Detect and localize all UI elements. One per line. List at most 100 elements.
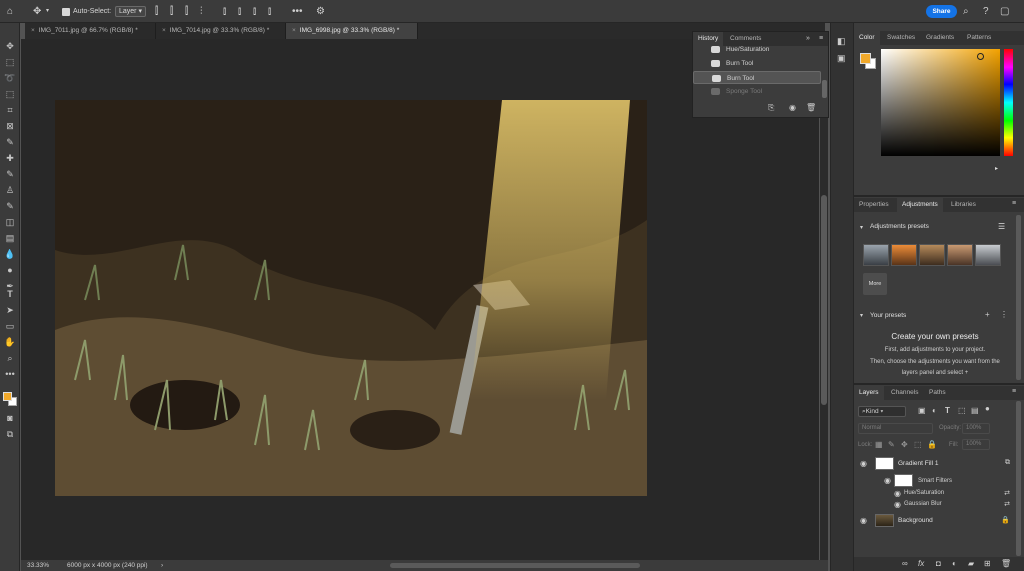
distribute-vertical-icon[interactable]: ⫾ bbox=[268, 5, 271, 18]
fill-input[interactable]: 100% bbox=[962, 439, 990, 450]
document-tab-active[interactable]: × IMG_6998.jpg @ 33.3% (RGB/8) * bbox=[286, 23, 418, 39]
clone-stamp-icon[interactable]: ♙ bbox=[3, 184, 17, 196]
more-options-icon[interactable]: ⋮ bbox=[1000, 310, 1008, 319]
chevron-right-icon[interactable]: › bbox=[161, 560, 163, 571]
home-icon[interactable]: ⌂ bbox=[7, 5, 13, 18]
eyedropper-icon[interactable]: ✎ bbox=[3, 136, 17, 148]
filter-smart-object-icon[interactable]: ▤ bbox=[971, 406, 979, 415]
tab-patterns[interactable]: Patterns bbox=[962, 31, 996, 45]
filter-type-icon[interactable]: T bbox=[945, 406, 950, 415]
panel-menu-icon[interactable]: ≡ bbox=[1012, 200, 1016, 207]
document-tab[interactable]: × IMG_7011.jpg @ 66.7% (RGB/8) * bbox=[25, 23, 156, 39]
adjustment-preset[interactable] bbox=[919, 244, 945, 266]
lock-position-icon[interactable]: ✥ bbox=[901, 440, 908, 449]
trash-icon[interactable]: 🗑 bbox=[1001, 559, 1011, 568]
history-item-selected[interactable]: Burn Tool bbox=[693, 71, 821, 84]
close-icon[interactable]: × bbox=[292, 27, 296, 34]
foreground-color-swatch[interactable] bbox=[860, 53, 871, 64]
tab-layers[interactable]: Layers bbox=[854, 386, 884, 400]
tab-paths[interactable]: Paths bbox=[924, 386, 951, 400]
align-middle-icon[interactable]: ⫾ bbox=[238, 5, 241, 18]
layer-style-icon[interactable]: fx bbox=[918, 559, 924, 568]
tab-properties[interactable]: Properties bbox=[854, 198, 894, 212]
eye-icon[interactable]: ◉ bbox=[894, 500, 901, 509]
object-selection-icon[interactable]: ⬚ bbox=[3, 88, 17, 100]
history-panel-icon[interactable]: ◧ bbox=[837, 36, 846, 47]
rectangle-tool-icon[interactable]: ▭ bbox=[3, 320, 17, 332]
screen-mode-icon[interactable]: ⧉ bbox=[3, 428, 17, 440]
list-view-icon[interactable]: ☰ bbox=[998, 222, 1005, 231]
adjustments-scroll-thumb[interactable] bbox=[1016, 215, 1021, 380]
help-icon[interactable]: ? bbox=[983, 5, 989, 18]
history-item[interactable]: Sponge Tool bbox=[693, 85, 821, 98]
hand-tool-icon[interactable]: ✋ bbox=[3, 336, 17, 348]
chevron-down-icon[interactable]: ▾ bbox=[860, 312, 863, 319]
foreground-color-swatch[interactable] bbox=[3, 392, 12, 401]
history-scroll-thumb[interactable] bbox=[822, 80, 827, 98]
opacity-input[interactable]: 100% bbox=[962, 423, 990, 434]
chevron-down-icon[interactable]: ▾ bbox=[46, 5, 49, 18]
more-options-icon[interactable]: ••• bbox=[292, 5, 303, 18]
filter-pixel-icon[interactable]: ▣ bbox=[918, 406, 926, 415]
adjustment-preset[interactable] bbox=[975, 244, 1001, 266]
hue-slider-handle[interactable]: ▸ bbox=[995, 165, 998, 172]
eye-icon[interactable]: ◉ bbox=[860, 516, 867, 525]
filter-adjustment-icon[interactable]: ◐ bbox=[932, 406, 937, 415]
adjustment-layer-icon[interactable]: ◐ bbox=[952, 559, 957, 568]
history-item[interactable]: Burn Tool bbox=[693, 57, 821, 70]
move-tool-icon[interactable]: ✥ bbox=[33, 5, 41, 18]
history-brush-icon[interactable]: ✎ bbox=[3, 200, 17, 212]
comments-panel-icon[interactable]: ▣ bbox=[837, 53, 846, 64]
settings-gear-icon[interactable]: ⚙ bbox=[316, 5, 325, 18]
new-layer-icon[interactable]: ⊞ bbox=[984, 559, 991, 568]
lock-transparent-icon[interactable]: ▦ bbox=[875, 440, 883, 449]
distribute-icon[interactable]: ⫶ bbox=[200, 5, 203, 18]
align-top-icon[interactable]: ⫾ bbox=[223, 5, 226, 18]
filter-shape-icon[interactable]: ⬚ bbox=[958, 406, 966, 415]
tab-color[interactable]: Color bbox=[854, 31, 880, 45]
filter-options-icon[interactable]: ⇄ bbox=[1004, 500, 1010, 508]
align-bottom-icon[interactable]: ⫾ bbox=[253, 5, 256, 18]
panel-menu-icon[interactable]: ≡ bbox=[819, 35, 823, 42]
color-picker-field[interactable] bbox=[881, 49, 1000, 156]
filter-row[interactable]: ◉ Gaussian Blur ⇄ bbox=[854, 498, 1016, 511]
lasso-tool-icon[interactable]: ➰ bbox=[3, 72, 17, 84]
new-group-icon[interactable]: ▰ bbox=[968, 559, 974, 568]
path-selection-icon[interactable]: ➤ bbox=[3, 304, 17, 316]
link-layers-icon[interactable]: ∞ bbox=[902, 559, 908, 568]
lock-all-icon[interactable]: 🔒 bbox=[927, 440, 937, 449]
adjustment-preset[interactable] bbox=[891, 244, 917, 266]
document-tab[interactable]: × IMG_7014.jpg @ 33.3% (RGB/8) * bbox=[156, 23, 286, 39]
eye-icon[interactable]: ◉ bbox=[860, 459, 867, 468]
layer-filter-dropdown[interactable]: ⌕Kind ▾ bbox=[858, 406, 906, 417]
type-tool-icon[interactable]: T bbox=[3, 288, 17, 300]
more-presets-button[interactable]: More bbox=[863, 273, 887, 295]
quick-mask-icon[interactable]: ◙ bbox=[3, 412, 17, 424]
edit-toolbar-icon[interactable]: ••• bbox=[3, 368, 17, 380]
close-icon[interactable]: × bbox=[31, 27, 35, 34]
history-item[interactable]: Hue/Saturation bbox=[693, 43, 821, 56]
crop-tool-icon[interactable]: ⌗ bbox=[3, 104, 17, 116]
align-center-icon[interactable]: ⫿ bbox=[170, 5, 173, 18]
horizontal-scroll-thumb[interactable] bbox=[390, 563, 640, 568]
tab-gradients[interactable]: Gradients bbox=[921, 31, 959, 45]
tab-libraries[interactable]: Libraries bbox=[946, 198, 981, 212]
lock-pixels-icon[interactable]: ✎ bbox=[888, 440, 895, 449]
adjustment-preset[interactable] bbox=[947, 244, 973, 266]
hue-slider[interactable] bbox=[1004, 49, 1013, 156]
layer-row[interactable]: ◉ Background 🔒 bbox=[854, 512, 1016, 530]
new-document-icon[interactable]: ⎘ bbox=[768, 103, 774, 113]
align-right-icon[interactable]: ⫿ bbox=[185, 5, 188, 18]
zoom-tool-icon[interactable]: ⌕ bbox=[3, 352, 17, 364]
close-icon[interactable]: × bbox=[162, 27, 166, 34]
camera-icon[interactable]: ◉ bbox=[789, 103, 796, 112]
lock-artboard-icon[interactable]: ⬚ bbox=[914, 440, 922, 449]
add-icon[interactable]: + bbox=[985, 310, 990, 319]
trash-icon[interactable]: 🗑 bbox=[806, 103, 816, 112]
add-mask-icon[interactable]: ◘ bbox=[936, 559, 941, 568]
eraser-tool-icon[interactable]: ◫ bbox=[3, 216, 17, 228]
layers-scroll-thumb[interactable] bbox=[1016, 401, 1021, 556]
align-left-icon[interactable]: ⫿ bbox=[155, 5, 158, 18]
adjustment-preset[interactable] bbox=[863, 244, 889, 266]
zoom-level[interactable]: 33.33% bbox=[27, 560, 49, 571]
